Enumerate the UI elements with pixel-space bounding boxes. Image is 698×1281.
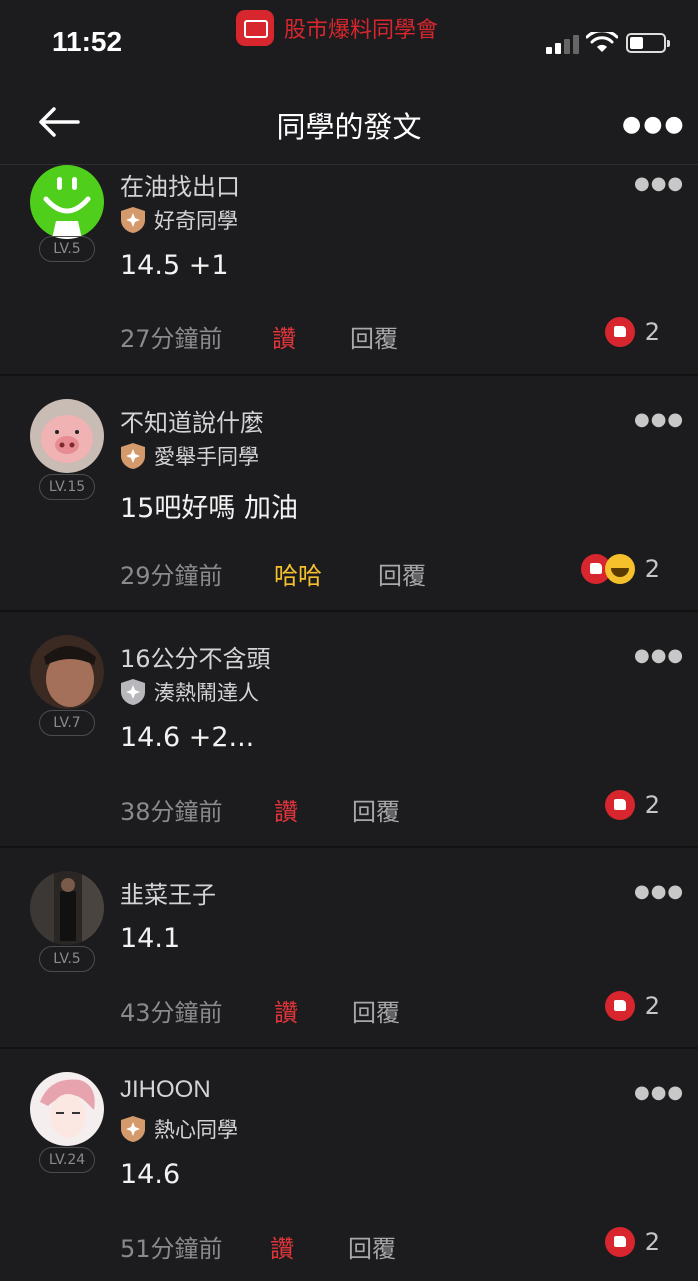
reaction-summary[interactable]: 2 — [604, 790, 660, 820]
haha-reaction-icon — [604, 554, 635, 584]
reaction-summary[interactable]: 2 — [604, 1227, 660, 1257]
nav-bar: 同學的發文 ●●● — [0, 80, 698, 165]
signal-icon — [546, 34, 580, 54]
user-badge: 愛舉手同學 — [120, 441, 259, 471]
shield-badge-icon — [121, 443, 145, 469]
reaction-count: 2 — [644, 1228, 660, 1256]
page-title: 同學的發文 — [276, 110, 422, 144]
post-item: LV.5 韭菜王子 14.1 43分鐘前 讚 回覆 2 ●●● — [0, 848, 698, 1049]
user-name[interactable]: JIHOON — [120, 1076, 211, 1104]
level-badge: LV.7 — [39, 710, 95, 736]
badge-label: 愛舉手同學 — [154, 445, 259, 469]
reply-button[interactable]: 回覆 — [352, 993, 400, 1028]
like-reaction-icon — [604, 790, 635, 820]
post-item: LV.5 在油找出口 好奇同學 14.5 +1 27分鐘前 讚 回覆 2 ●●● — [0, 165, 698, 376]
battery-level — [630, 37, 643, 49]
more-icon[interactable]: ●●● — [622, 112, 686, 137]
badge-label: 好奇同學 — [154, 209, 238, 233]
status-time: 11:52 — [52, 26, 123, 57]
like-button[interactable]: 讚 — [274, 792, 298, 827]
post-time: 29分鐘前 — [120, 562, 223, 590]
reaction-count: 2 — [644, 992, 660, 1020]
like-button[interactable]: 讚 — [274, 993, 298, 1028]
reaction-count: 2 — [644, 791, 660, 819]
post-item: LV.24 JIHOON 熱心同學 14.6 51分鐘前 讚 回覆 2 ●●● — [0, 1049, 698, 1281]
reply-button[interactable]: 回覆 — [348, 1229, 396, 1264]
like-button[interactable]: 讚 — [272, 319, 296, 354]
post-list: LV.5 在油找出口 好奇同學 14.5 +1 27分鐘前 讚 回覆 2 ●●●… — [0, 165, 698, 1281]
battery-icon — [626, 33, 670, 53]
post-time: 51分鐘前 — [120, 1235, 223, 1263]
level-badge: LV.24 — [39, 1147, 95, 1173]
smiley-avatar-icon — [43, 177, 91, 239]
suit-avatar-icon — [30, 871, 104, 945]
app-logo-icon — [236, 10, 274, 46]
post-item: LV.15 不知道說什麼 愛舉手同學 15吧好嗎 加油 29分鐘前 哈哈 回覆 … — [0, 376, 698, 612]
avatar[interactable] — [30, 165, 104, 239]
anime-avatar-icon — [40, 1079, 95, 1138]
badge-label: 熱心同學 — [154, 1118, 238, 1142]
reaction-count: 2 — [644, 555, 660, 583]
pig-avatar-icon — [41, 415, 93, 463]
shield-badge-icon — [121, 679, 145, 705]
like-reaction-icon — [604, 317, 635, 347]
reaction-summary[interactable]: 2 — [604, 991, 660, 1021]
like-reaction-icon — [604, 991, 635, 1021]
wifi-icon — [586, 32, 618, 52]
status-bar: 11:52 股市爆料同學會 — [0, 0, 698, 80]
reply-button[interactable]: 回覆 — [350, 319, 398, 354]
haha-button[interactable]: 哈哈 — [274, 556, 322, 591]
post-more-icon[interactable]: ●●● — [634, 409, 684, 430]
reaction-summary[interactable]: 2 — [580, 554, 660, 584]
reaction-count: 2 — [644, 318, 660, 346]
user-badge: 熱心同學 — [120, 1114, 238, 1144]
avatar[interactable] — [30, 1072, 104, 1146]
shield-badge-icon — [121, 1116, 145, 1142]
man-avatar-icon — [44, 646, 96, 707]
avatar[interactable] — [30, 399, 104, 473]
user-badge: 湊熱鬧達人 — [120, 677, 259, 707]
post-content: 14.6 — [120, 1159, 181, 1190]
post-item: LV.7 16公分不含頭 湊熱鬧達人 14.6 +2... 38分鐘前 讚 回覆… — [0, 612, 698, 848]
avatar[interactable] — [30, 635, 104, 709]
reaction-summary[interactable]: 2 — [604, 317, 660, 347]
post-content: 15吧好嗎 加油 — [120, 493, 298, 524]
post-more-icon[interactable]: ●●● — [634, 1082, 684, 1103]
avatar[interactable] — [30, 871, 104, 945]
shield-badge-icon — [121, 207, 145, 233]
user-badge: 好奇同學 — [120, 205, 238, 235]
level-badge: LV.5 — [39, 236, 95, 262]
reply-button[interactable]: 回覆 — [378, 556, 426, 591]
user-name[interactable]: 在油找出口 — [120, 167, 240, 202]
like-reaction-icon — [604, 1227, 635, 1257]
like-button[interactable]: 讚 — [270, 1229, 294, 1264]
post-time: 43分鐘前 — [120, 999, 223, 1027]
level-badge: LV.5 — [39, 946, 95, 972]
badge-label: 湊熱鬧達人 — [154, 681, 259, 705]
level-badge: LV.15 — [39, 474, 95, 500]
post-content: 14.5 +1 — [120, 250, 229, 281]
post-more-icon[interactable]: ●●● — [634, 173, 684, 194]
user-name[interactable]: 16公分不含頭 — [120, 639, 271, 674]
post-content: 14.1 — [120, 923, 181, 954]
post-time: 27分鐘前 — [120, 325, 223, 353]
user-name[interactable]: 不知道說什麼 — [120, 403, 264, 438]
post-time: 38分鐘前 — [120, 798, 223, 826]
user-name[interactable]: 韭菜王子 — [120, 875, 216, 910]
post-content: 14.6 +2... — [120, 722, 255, 753]
app-name: 股市爆料同學會 — [284, 18, 439, 43]
post-more-icon[interactable]: ●●● — [634, 645, 684, 666]
app-banner[interactable]: 股市爆料同學會 — [236, 10, 438, 46]
reply-button[interactable]: 回覆 — [352, 792, 400, 827]
post-more-icon[interactable]: ●●● — [634, 881, 684, 902]
